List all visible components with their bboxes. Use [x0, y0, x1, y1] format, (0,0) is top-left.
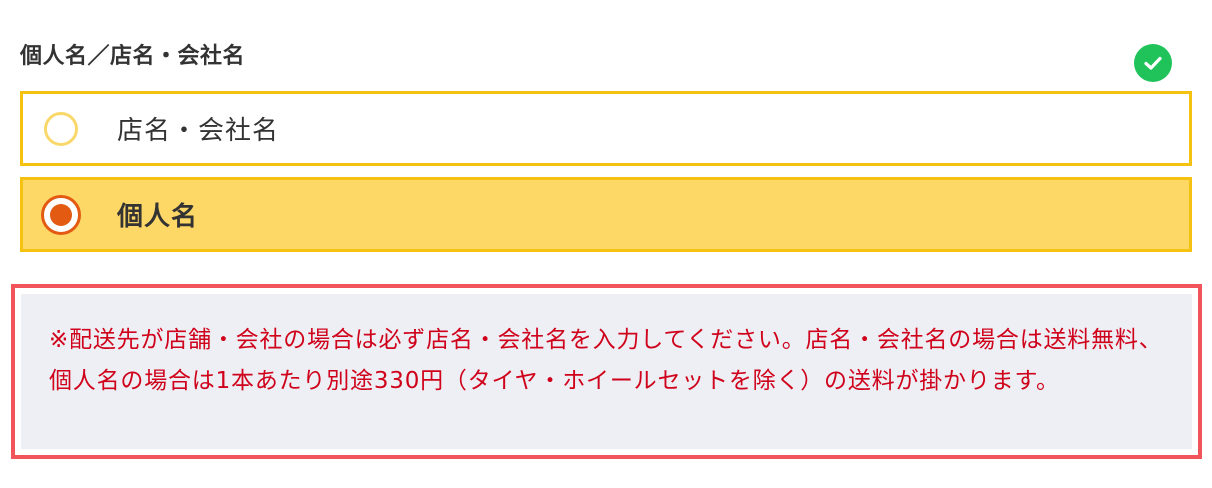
radio-option-individual[interactable]: 個人名 — [20, 177, 1192, 252]
checkmark-icon — [1144, 56, 1162, 70]
field-label: 個人名／店名・会社名 — [20, 44, 246, 69]
radio-button-selected[interactable] — [41, 194, 81, 235]
page: 個人名／店名・会社名 店名・会社名 個人名 ※配送先が店舗・会社の場合は必ず店名… — [0, 0, 1212, 488]
radio-option-label: 店名・会社名 — [117, 116, 280, 146]
radio-option-company[interactable]: 店名・会社名 — [20, 91, 1192, 166]
radio-button-unselected[interactable] — [44, 111, 78, 146]
radio-option-label: 個人名 — [117, 202, 199, 232]
check-circle-icon — [1134, 44, 1172, 82]
shipping-notice: ※配送先が店舗・会社の場合は必ず店名・会社名を入力してください。店名・会社名の場… — [11, 284, 1202, 459]
notice-text: ※配送先が店舗・会社の場合は必ず店名・会社名を入力してください。店名・会社名の場… — [49, 327, 1163, 394]
notice-panel: ※配送先が店舗・会社の場合は必ず店名・会社名を入力してください。店名・会社名の場… — [21, 294, 1192, 449]
